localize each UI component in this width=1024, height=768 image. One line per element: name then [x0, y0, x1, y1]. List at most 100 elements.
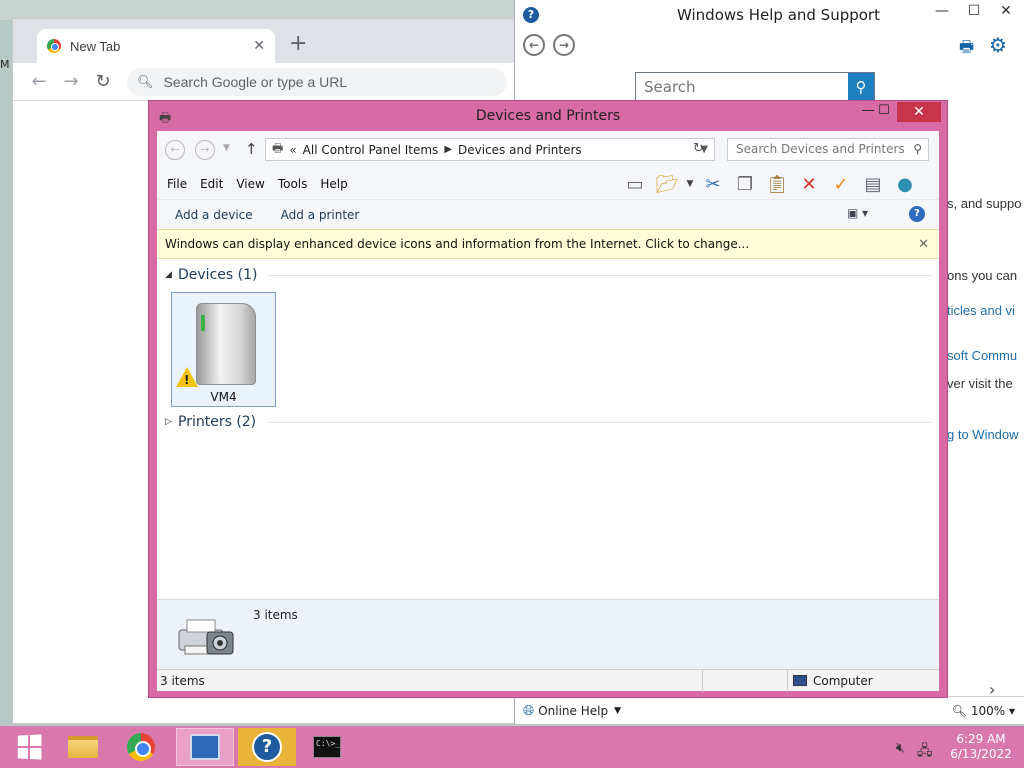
chrome-back-icon[interactable]: ←: [23, 71, 55, 92]
group-divider: [269, 274, 931, 276]
copy-icon[interactable]: ❐: [729, 174, 761, 195]
delete-icon[interactable]: ✕: [793, 174, 825, 195]
maximize-button[interactable]: ☐: [871, 103, 897, 118]
chrome-new-tab-button[interactable]: +: [289, 33, 307, 55]
printers-group-header[interactable]: ▷ Printers (2): [165, 414, 931, 430]
dp-search-placeholder: Search Devices and Printers: [736, 142, 905, 156]
online-help-dropdown[interactable]: Online Help: [538, 704, 608, 718]
help-forward-icon[interactable]: →: [553, 34, 575, 56]
printer-camera-icon: [178, 619, 234, 655]
breadcrumb-item[interactable]: All Control Panel Items: [303, 143, 439, 157]
chrome-omnibox[interactable]: 🔍︎ Search Google or type a URL: [127, 67, 507, 96]
forward-icon[interactable]: →: [195, 140, 215, 160]
menu-view[interactable]: View: [236, 177, 264, 191]
dp-window-title: Devices and Printers: [475, 108, 621, 124]
taskbar-file-explorer[interactable]: [54, 728, 112, 766]
group-divider: [268, 421, 931, 423]
address-bar[interactable]: 🖶 « All Control Panel Items ▶ Devices an…: [265, 138, 715, 161]
network-globe-icon[interactable]: ●: [889, 174, 921, 195]
breadcrumb-separator-icon[interactable]: ▶: [444, 144, 452, 155]
info-bar-close-icon[interactable]: ✕: [918, 237, 929, 252]
clock-time: 6:29 AM: [956, 732, 1006, 746]
close-button[interactable]: ✕: [991, 3, 1021, 19]
help-question-icon: ?: [252, 732, 282, 762]
chrome-tab-close-icon[interactable]: ✕: [253, 38, 265, 54]
add-device-button[interactable]: Add a device: [175, 208, 253, 222]
close-button[interactable]: ✕: [897, 102, 941, 122]
chrome-forward-icon[interactable]: →: [55, 71, 87, 92]
help-link-fragment[interactable]: ticles and vi: [947, 303, 1015, 318]
desktop-icon-label[interactable]: M: [0, 58, 10, 71]
clock-date: 6/13/2022: [950, 747, 1012, 761]
info-bar[interactable]: Windows can display enhanced device icon…: [157, 229, 939, 259]
change-view-icon[interactable]: ▣ ▾: [847, 206, 868, 220]
dp-search-box[interactable]: Search Devices and Printers ⚲: [727, 138, 929, 161]
help-link-fragment[interactable]: soft Commu: [947, 348, 1017, 363]
taskbar-control-panel[interactable]: [176, 728, 234, 766]
add-printer-button[interactable]: Add a printer: [281, 208, 360, 222]
windows-logo-icon: [17, 734, 42, 760]
devices-printers-window: 🖶 Devices and Printers — ☐ ✕ ← → ▼ ↑ 🖶 «…: [148, 100, 948, 698]
start-button[interactable]: [0, 728, 58, 766]
status-location-label: Computer: [813, 673, 873, 688]
device-vm4[interactable]: ! VM4: [171, 292, 276, 407]
command-bar: Add a device Add a printer: [157, 199, 939, 229]
expand-triangle-icon[interactable]: ▷: [165, 417, 178, 427]
clock[interactable]: 6:29 AM 6/13/2022: [948, 732, 1014, 762]
checkmark-icon[interactable]: ✓: [825, 174, 857, 195]
chrome-icon: [127, 733, 155, 761]
address-bar-area: ← → ▼ ↑ 🖶 « All Control Panel Items ▶ De…: [157, 131, 939, 169]
taskbar-command-prompt[interactable]: C:\>_: [298, 728, 356, 766]
menu-file[interactable]: File: [167, 177, 187, 191]
maximize-button[interactable]: ☐: [959, 3, 989, 19]
volume-muted-icon[interactable]: 🔇︎: [896, 740, 905, 764]
gear-icon[interactable]: ⚙: [989, 33, 1007, 57]
help-search-input[interactable]: [636, 73, 848, 101]
paste-icon[interactable]: 📋︎: [761, 174, 793, 195]
layout-pane-icon[interactable]: ▭: [619, 174, 651, 195]
help-back-icon[interactable]: ←: [523, 34, 545, 56]
dp-titlebar: 🖶 Devices and Printers — ☐ ✕: [149, 101, 947, 131]
devices-group-header[interactable]: ◢ Devices (1): [165, 267, 931, 283]
folder-icon: [68, 736, 98, 758]
help-search-button[interactable]: ⚲: [848, 73, 874, 101]
control-panel-icon: 🖶: [272, 141, 284, 155]
search-icon: 🔍︎: [137, 73, 154, 89]
back-icon[interactable]: ←: [165, 140, 185, 160]
print-icon[interactable]: 🖶: [959, 36, 974, 63]
menu-tools[interactable]: Tools: [278, 177, 308, 191]
chevron-down-icon[interactable]: ▼: [614, 706, 621, 716]
chrome-reload-icon[interactable]: ↻: [87, 71, 119, 92]
minimize-button[interactable]: —: [927, 3, 957, 19]
menu-edit[interactable]: Edit: [200, 177, 223, 191]
recent-locations-icon[interactable]: ▼: [223, 143, 230, 153]
device-label: VM4: [210, 390, 237, 404]
properties-icon[interactable]: ▤: [857, 174, 889, 195]
menu-help[interactable]: Help: [320, 177, 347, 191]
zoom-control[interactable]: 🔍︎ 100% ▾: [952, 704, 1015, 718]
help-app-icon: ?: [523, 7, 539, 23]
help-icon[interactable]: ?: [909, 206, 925, 222]
help-titlebar: ? Windows Help and Support — ☐ ✕: [515, 0, 1024, 30]
folder-options-icon[interactable]: 📂︎: [651, 174, 683, 195]
help-search-box: ⚲: [635, 72, 875, 102]
taskbar-chrome[interactable]: [112, 728, 170, 766]
breadcrumb-overflow-icon[interactable]: «: [289, 143, 296, 157]
breadcrumb-item[interactable]: Devices and Printers: [458, 143, 582, 157]
chrome-tab-new-tab[interactable]: New Tab ✕: [37, 29, 275, 63]
help-link-fragment[interactable]: g to Window: [947, 427, 1019, 442]
control-panel-icon: [190, 734, 220, 760]
cut-icon[interactable]: ✂: [697, 174, 729, 195]
up-arrow-icon[interactable]: ↑: [245, 140, 258, 158]
globe-icon: 🌐︎: [523, 702, 535, 719]
refresh-icon[interactable]: ↻: [693, 141, 704, 156]
external-drive-icon: [196, 303, 256, 385]
drive-led: [201, 315, 205, 331]
computer-icon: [793, 675, 807, 686]
collapse-triangle-icon[interactable]: ◢: [165, 270, 178, 280]
chevron-down-icon[interactable]: ▼: [683, 179, 697, 189]
network-icon[interactable]: 🖧: [917, 740, 933, 764]
status-divider: [787, 670, 788, 692]
status-bar: 3 items Computer: [157, 669, 939, 692]
taskbar-help[interactable]: ?: [238, 728, 296, 766]
